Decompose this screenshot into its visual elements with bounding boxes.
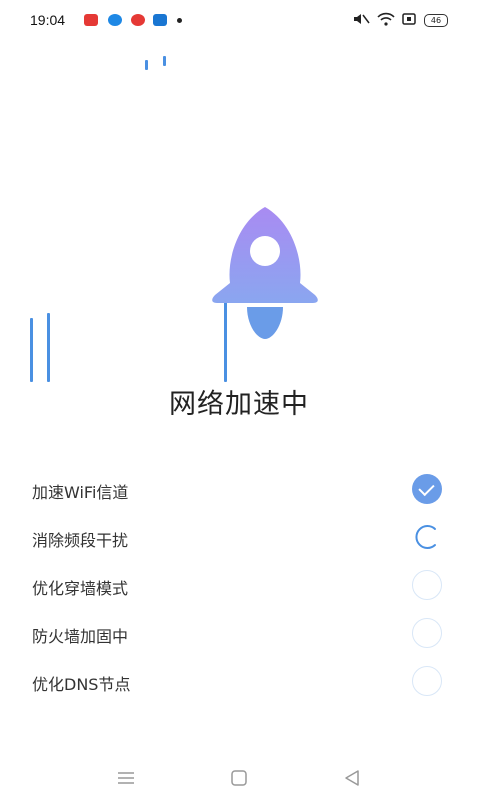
- task-status-indicator: [412, 666, 442, 696]
- speed-line: [30, 318, 33, 382]
- task-status-indicator: [412, 618, 442, 648]
- task-status-indicator: [412, 522, 442, 552]
- speed-line: [163, 56, 166, 66]
- screen-icon: [401, 12, 417, 30]
- task-label: 优化DNS节点: [32, 675, 131, 694]
- task-row: 防火墙加固中: [32, 618, 450, 648]
- home-icon[interactable]: [227, 768, 251, 788]
- task-row: 加速WiFi信道: [32, 474, 450, 504]
- app-notification-icon: [153, 14, 167, 26]
- task-label: 消除频段干扰: [32, 531, 129, 550]
- loading-spinner-icon: [415, 525, 436, 549]
- navigation-bar: [0, 760, 478, 798]
- page-title: 网络加速中: [169, 389, 309, 420]
- speed-line: [47, 313, 50, 382]
- task-status-indicator: [412, 570, 442, 600]
- status-time: 19:04: [30, 12, 66, 28]
- task-row: 消除频段干扰: [32, 522, 450, 552]
- status-bar: 19:04 46: [0, 0, 478, 40]
- app-notification-icon: [84, 14, 98, 26]
- back-icon[interactable]: [340, 768, 364, 788]
- task-status-indicator: [412, 474, 442, 504]
- check-circle-icon: [412, 474, 442, 504]
- battery-indicator: 46: [424, 14, 448, 27]
- app-notification-icon: [108, 14, 122, 26]
- rocket-icon: [212, 207, 318, 339]
- wifi-icon: [377, 12, 395, 30]
- more-notifications-icon: [177, 18, 182, 23]
- task-label: 加速WiFi信道: [32, 483, 129, 502]
- menu-icon[interactable]: [114, 768, 138, 788]
- pending-circle-icon: [412, 618, 442, 648]
- app-notification-icon: [131, 14, 145, 26]
- pending-circle-icon: [412, 666, 442, 696]
- task-label: 防火墙加固中: [32, 627, 129, 646]
- mute-icon: [352, 12, 370, 30]
- pending-circle-icon: [412, 570, 442, 600]
- task-label: 优化穿墙模式: [32, 579, 129, 598]
- task-row: 优化穿墙模式: [32, 570, 450, 600]
- speed-line: [145, 60, 148, 70]
- task-row: 优化DNS节点: [32, 666, 450, 696]
